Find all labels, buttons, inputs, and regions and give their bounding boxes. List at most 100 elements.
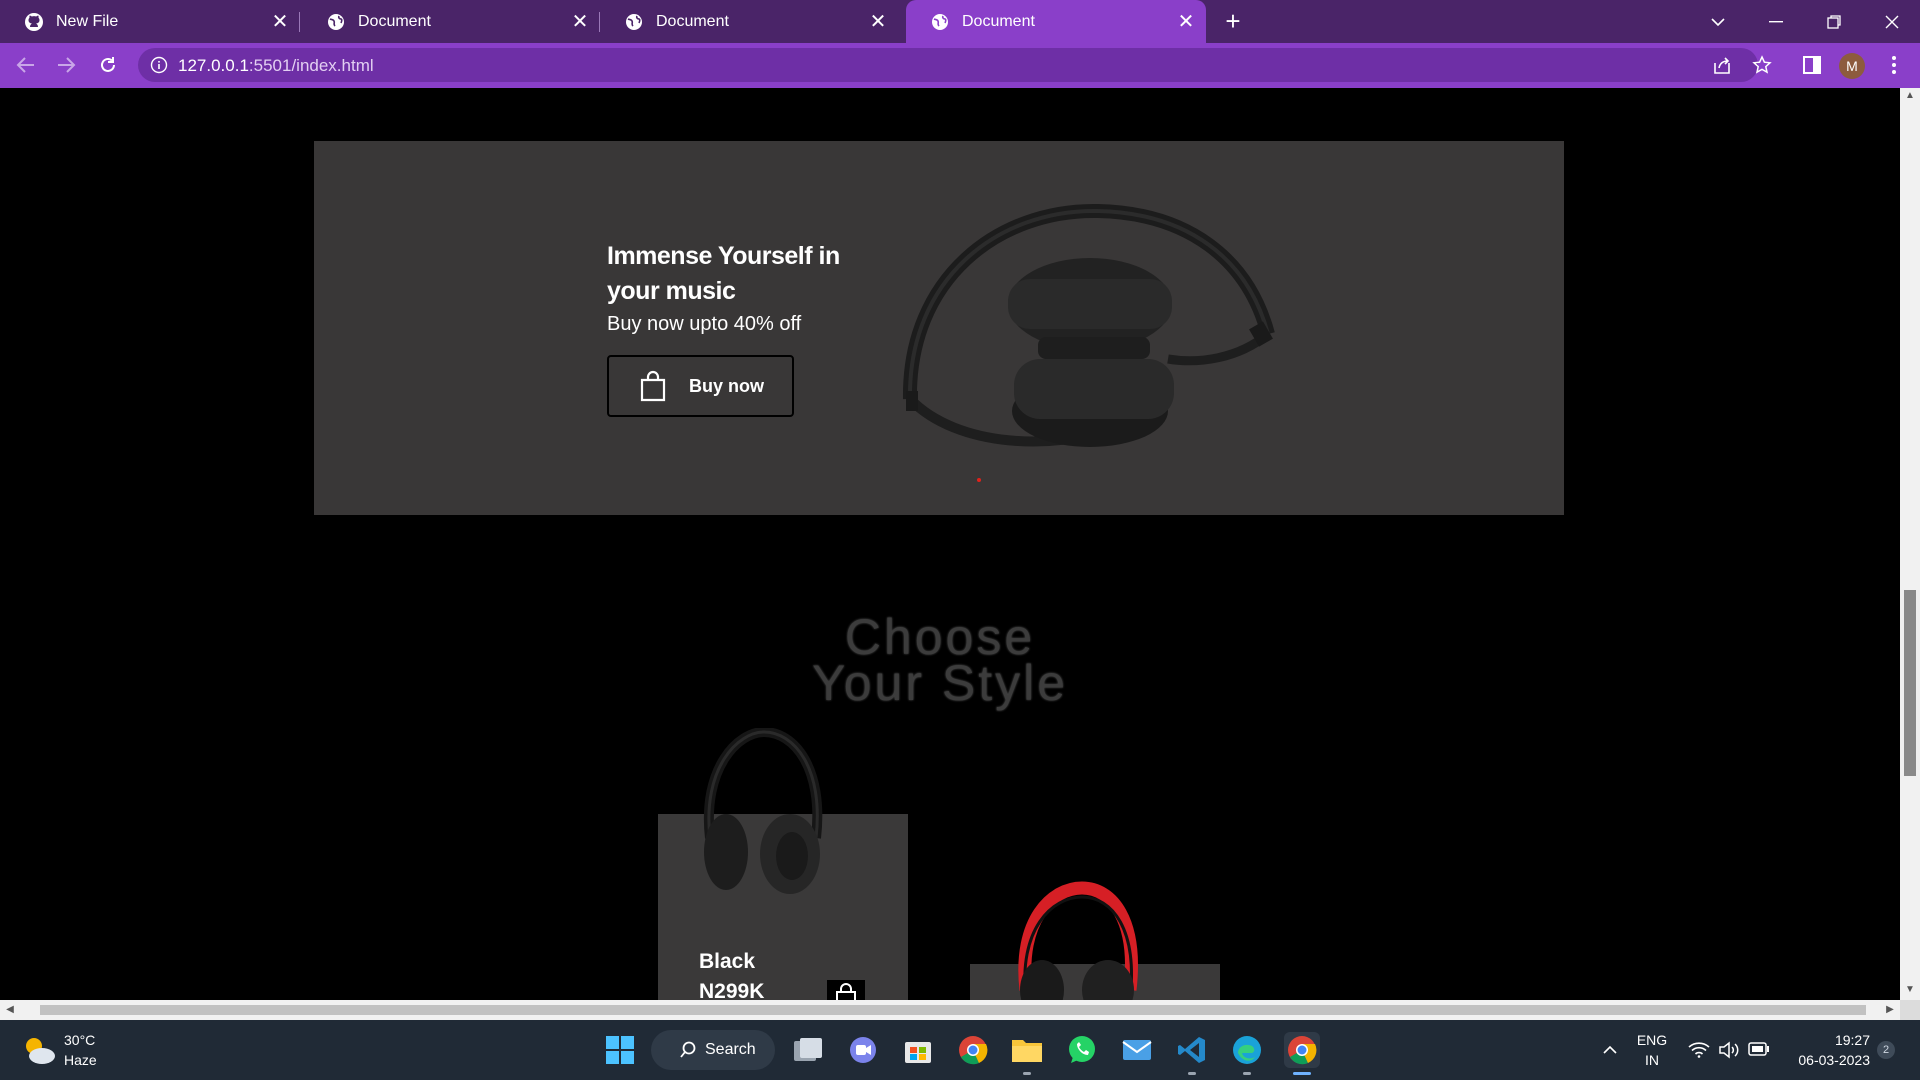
volume-icon[interactable] — [1718, 1041, 1740, 1059]
mail-icon — [1122, 1040, 1152, 1060]
tab-new-file[interactable]: New File ✕ — [0, 0, 300, 43]
hero-banner: Immense Yourself in your music Buy now u… — [314, 141, 1564, 515]
scrollbar-corner — [1900, 1000, 1920, 1020]
tab-label: Document — [358, 12, 431, 30]
carousel-dot[interactable] — [977, 478, 981, 482]
vertical-scrollbar[interactable]: ▲ ▼ — [1900, 88, 1920, 1000]
tab-search-button[interactable] — [1690, 0, 1746, 43]
taskbar-search[interactable]: Search — [651, 1030, 775, 1070]
scroll-left-arrow[interactable]: ◀ — [4, 1004, 16, 1016]
buy-now-button[interactable]: Buy now — [607, 355, 794, 417]
vscode-button[interactable] — [1174, 1032, 1210, 1068]
vscode-icon — [1178, 1037, 1205, 1063]
hero-subtitle: Buy now upto 40% off — [607, 313, 802, 335]
share-icon — [1714, 57, 1730, 74]
taskbar: 30°C Haze Search ENG IN 19:27 06-03-2023… — [0, 1020, 1920, 1080]
headphones-image — [902, 203, 1275, 447]
add-to-cart-button[interactable] — [827, 980, 865, 1000]
close-icon[interactable]: ✕ — [268, 10, 292, 34]
chrome-icon — [1288, 1036, 1317, 1065]
restore-button[interactable] — [1806, 0, 1862, 43]
close-icon[interactable]: ✕ — [1174, 10, 1198, 34]
language-region[interactable]: IN — [1632, 1052, 1672, 1068]
language-code[interactable]: ENG — [1632, 1032, 1672, 1048]
kebab-menu-icon — [1892, 56, 1896, 74]
hero-title: Immense Yourself in your music — [607, 242, 840, 305]
forward-button[interactable] — [50, 49, 82, 81]
weather-temperature: 30°C — [64, 1032, 96, 1048]
store-button[interactable] — [900, 1032, 936, 1068]
close-icon[interactable]: ✕ — [568, 10, 592, 34]
scrollbar-thumb[interactable] — [1904, 590, 1916, 776]
reload-icon — [101, 57, 115, 72]
restore-icon — [1827, 14, 1841, 29]
weather-haze-icon[interactable] — [22, 1034, 56, 1066]
share-button[interactable] — [1708, 51, 1736, 79]
new-tab-button[interactable]: + — [1217, 6, 1249, 38]
close-window-button[interactable] — [1864, 0, 1920, 43]
side-panel-button[interactable] — [1798, 51, 1826, 79]
scrollbar-thumb[interactable] — [40, 1005, 1866, 1015]
clock-time[interactable]: 19:27 — [1784, 1032, 1870, 1048]
tab-document-1[interactable]: Document ✕ — [302, 0, 600, 43]
address-bar[interactable]: 127.0.0.1:5501/index.html — [138, 48, 1758, 82]
page-viewport: Immense Yourself in your music Buy now u… — [0, 88, 1900, 1000]
globe-icon — [624, 12, 644, 32]
close-icon — [1885, 15, 1899, 28]
scroll-up-arrow[interactable]: ▲ — [1904, 90, 1916, 102]
clock-date[interactable]: 06-03-2023 — [1784, 1052, 1870, 1068]
profile-avatar[interactable]: M — [1839, 53, 1865, 79]
url-host: 127.0.0.1 — [178, 56, 249, 75]
arrow-right-icon — [58, 57, 76, 73]
chrome-icon — [959, 1036, 988, 1065]
buy-now-label: Buy now — [689, 375, 764, 396]
side-panel-icon — [1803, 56, 1821, 74]
red-headphones-image — [1018, 881, 1138, 1000]
edge-button[interactable] — [1229, 1032, 1265, 1068]
store-icon — [905, 1042, 931, 1063]
search-icon — [680, 1041, 696, 1058]
star-icon — [1752, 55, 1772, 74]
chrome-active-button[interactable] — [1284, 1032, 1320, 1068]
task-view-button[interactable] — [790, 1032, 826, 1068]
tab-label: New File — [56, 12, 119, 30]
tab-bar: New File ✕ Document ✕ Document ✕ Documen… — [0, 0, 1920, 43]
back-button[interactable] — [10, 49, 42, 81]
battery-icon[interactable] — [1748, 1042, 1770, 1056]
tab-label: Document — [656, 12, 729, 30]
close-icon[interactable]: ✕ — [866, 10, 890, 34]
mail-button[interactable] — [1119, 1032, 1155, 1068]
reload-button[interactable] — [92, 49, 124, 81]
scroll-right-arrow[interactable]: ▶ — [1884, 1004, 1896, 1016]
tab-document-active[interactable]: Document ✕ — [906, 0, 1206, 43]
windows-icon — [606, 1036, 634, 1064]
notification-badge[interactable]: 2 — [1877, 1041, 1895, 1059]
scroll-down-arrow[interactable]: ▼ — [1904, 984, 1916, 996]
running-indicator-active — [1293, 1072, 1311, 1075]
start-button[interactable] — [602, 1032, 638, 1068]
github-icon — [24, 12, 44, 32]
teams-chat-button[interactable] — [845, 1032, 881, 1068]
black-headphones-image — [703, 728, 823, 894]
section-title: Choose Your Style — [660, 612, 1220, 708]
wifi-icon[interactable] — [1688, 1042, 1710, 1058]
url-text: 127.0.0.1:5501/index.html — [178, 56, 374, 76]
globe-icon — [326, 12, 346, 32]
running-indicator — [1188, 1072, 1196, 1075]
whatsapp-button[interactable] — [1064, 1032, 1100, 1068]
info-icon[interactable] — [150, 56, 168, 74]
bookmark-button[interactable] — [1748, 51, 1776, 79]
tab-document-2[interactable]: Document ✕ — [600, 0, 898, 43]
chevron-down-icon — [1711, 17, 1725, 26]
show-hidden-icons-button[interactable] — [1592, 1032, 1628, 1068]
horizontal-scrollbar[interactable]: ◀ ▶ — [0, 1000, 1900, 1020]
globe-icon — [930, 12, 950, 32]
chrome-button[interactable] — [955, 1032, 991, 1068]
minimize-icon — [1769, 20, 1783, 22]
menu-button[interactable] — [1880, 51, 1908, 79]
minimize-button[interactable] — [1748, 0, 1804, 43]
weather-description: Haze — [64, 1052, 97, 1068]
file-explorer-button[interactable] — [1009, 1032, 1045, 1068]
tab-separator — [299, 12, 300, 32]
browser-toolbar: 127.0.0.1:5501/index.html M — [0, 43, 1920, 88]
